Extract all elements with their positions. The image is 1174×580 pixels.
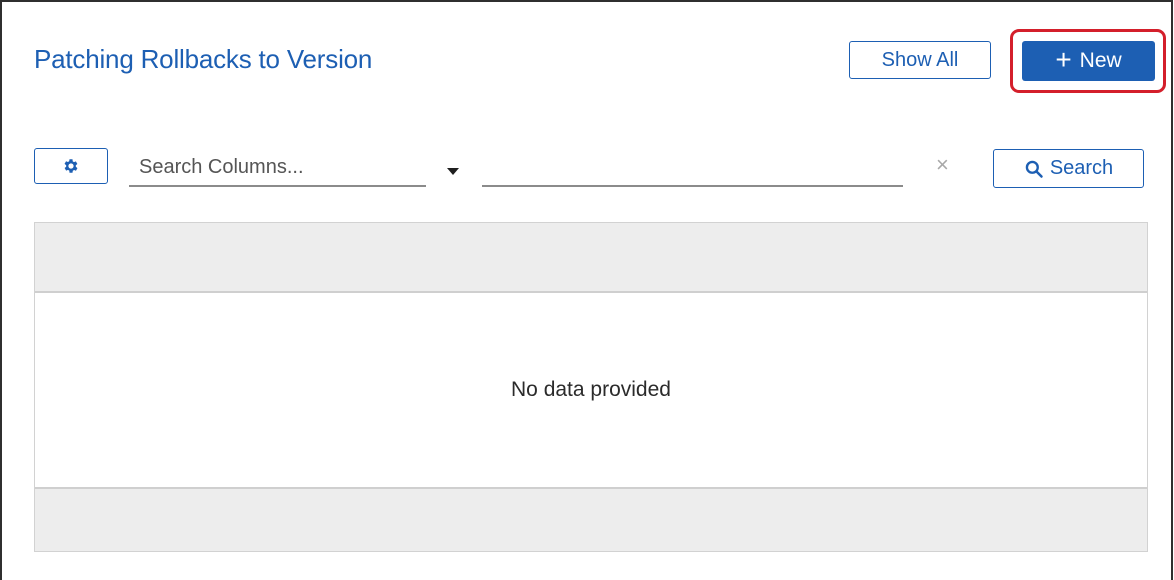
column-settings-button[interactable] — [34, 148, 108, 184]
empty-message: No data provided — [511, 378, 671, 401]
search-input[interactable] — [482, 147, 903, 187]
show-all-button[interactable]: Show All — [849, 41, 991, 79]
caret-down-icon[interactable] — [443, 162, 463, 182]
plus-icon: + — [1055, 43, 1072, 75]
gear-icon — [64, 159, 78, 173]
panel: Patching Rollbacks to Version Show All +… — [0, 0, 1173, 580]
close-icon[interactable]: × — [936, 154, 949, 176]
new-button[interactable]: + New — [1022, 41, 1155, 81]
page-title: Patching Rollbacks to Version — [34, 44, 373, 74]
search-button[interactable]: Search — [993, 149, 1144, 188]
grid-body: No data provided — [35, 293, 1147, 487]
data-grid: No data provided — [34, 222, 1148, 552]
grid-header — [35, 223, 1147, 293]
search-columns-placeholder: Search Columns... — [139, 156, 304, 178]
grid-footer — [35, 487, 1147, 551]
magnifier-icon — [1025, 160, 1043, 178]
new-button-label: New — [1079, 49, 1122, 72]
search-columns-select[interactable]: Search Columns... — [129, 147, 426, 187]
show-all-label: Show All — [881, 48, 959, 71]
search-button-label: Search — [1049, 157, 1114, 179]
